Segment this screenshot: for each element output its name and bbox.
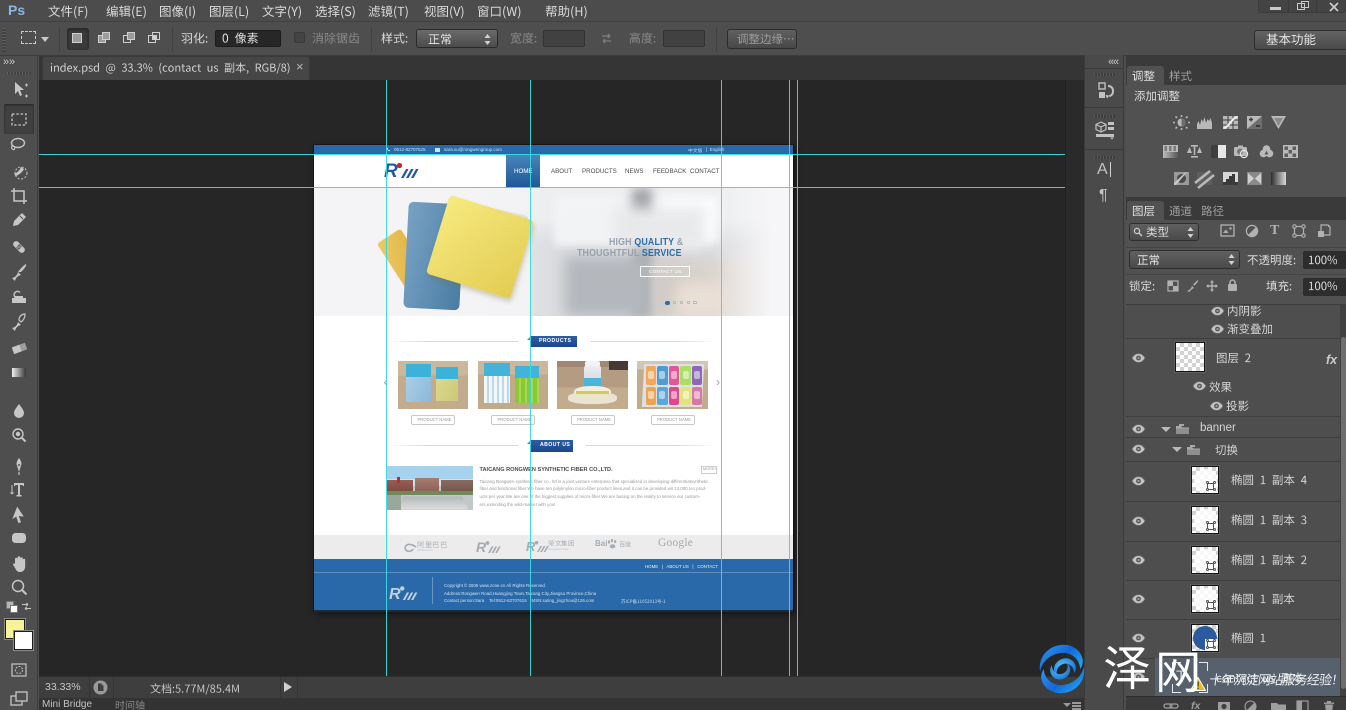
svg-text:R: R <box>389 585 401 603</box>
svg-text:R: R <box>476 539 487 555</box>
svg-text:R: R <box>526 539 536 554</box>
